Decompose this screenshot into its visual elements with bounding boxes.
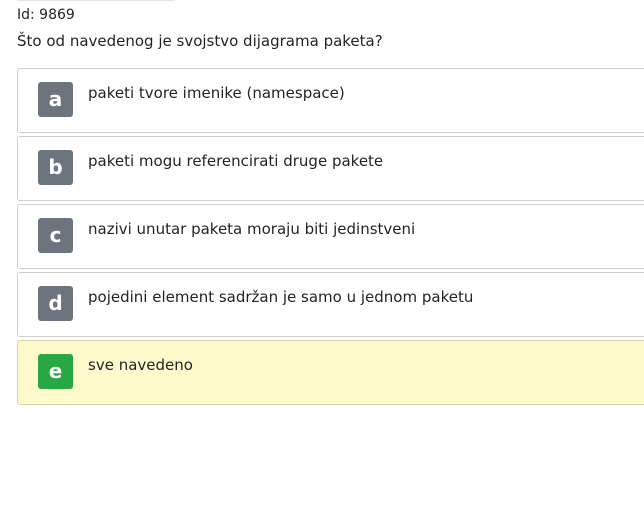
answer-option-c[interactable]: c nazivi unutar paketa moraju biti jedin…	[17, 204, 644, 269]
answer-letter-badge: c	[38, 218, 73, 253]
answer-option-e[interactable]: e sve navedeno	[17, 340, 644, 405]
answer-letter-badge: a	[38, 82, 73, 117]
answer-text: pojedini element sadržan je samo u jedno…	[88, 288, 474, 306]
answer-text: paketi mogu referencirati druge pakete	[88, 152, 384, 170]
answer-text: paketi tvore imenike (namespace)	[88, 84, 345, 102]
top-divider	[17, 0, 175, 1]
answer-letter-badge: b	[38, 150, 73, 185]
question-text: Što od navedenog je svojstvo dijagrama p…	[17, 32, 383, 50]
answer-list: a paketi tvore imenike (namespace) b pak…	[17, 68, 644, 408]
question-id: Id: 9869	[17, 7, 75, 23]
answer-option-a[interactable]: a paketi tvore imenike (namespace)	[17, 68, 644, 133]
answer-text: sve navedeno	[88, 356, 193, 374]
answer-option-d[interactable]: d pojedini element sadržan je samo u jed…	[17, 272, 644, 337]
answer-letter-badge: e	[38, 354, 73, 389]
answer-option-b[interactable]: b paketi mogu referencirati druge pakete	[17, 136, 644, 201]
answer-text: nazivi unutar paketa moraju biti jedinst…	[88, 220, 416, 238]
answer-letter-badge: d	[38, 286, 73, 321]
